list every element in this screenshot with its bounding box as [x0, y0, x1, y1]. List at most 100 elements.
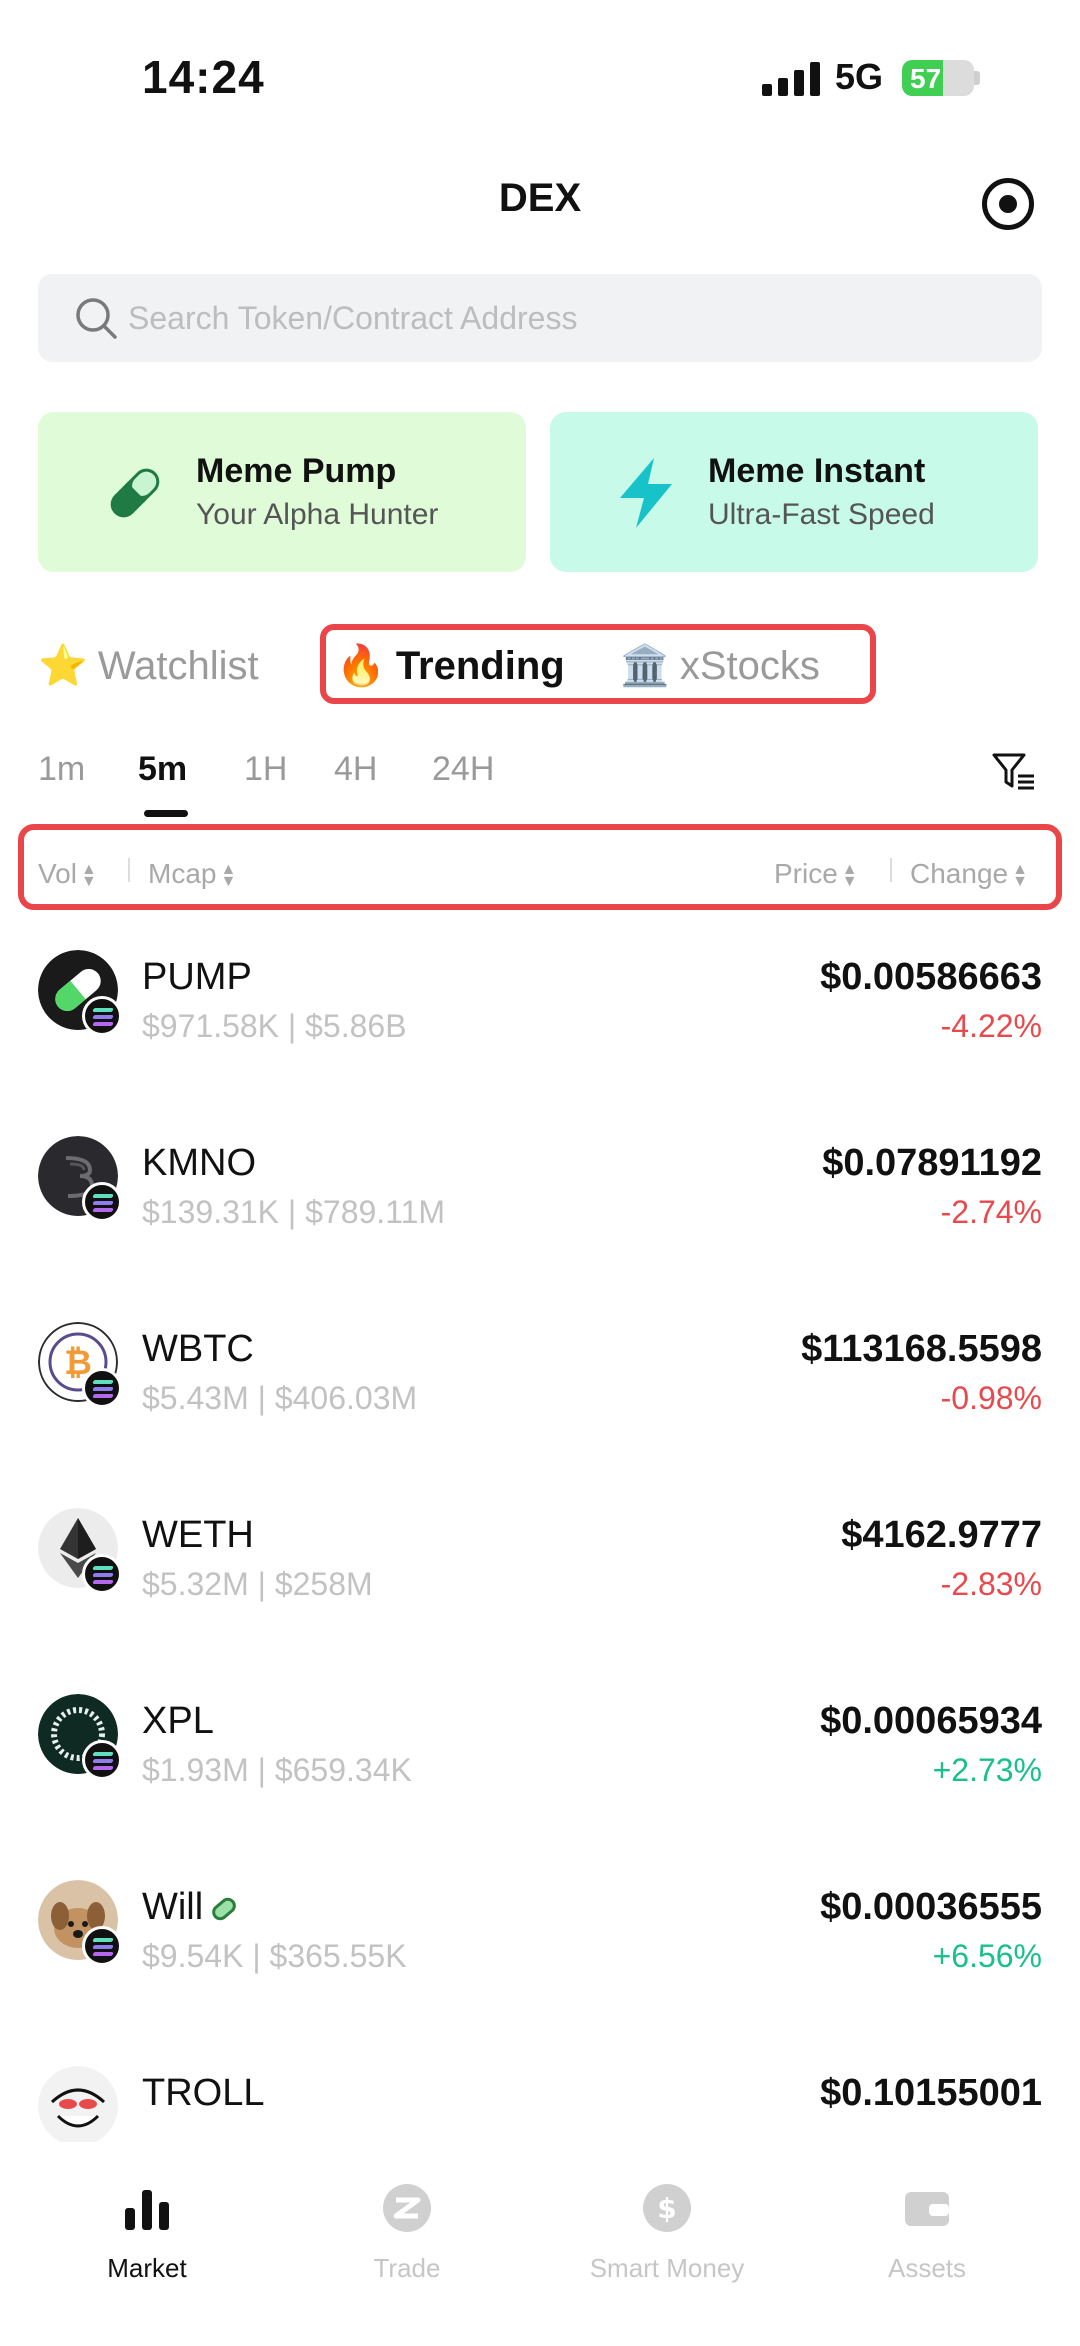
sort-arrows-icon: ▲ ▼	[841, 860, 858, 890]
token-name: XPL	[142, 1700, 214, 1742]
token-price: $0.10155001	[820, 2072, 1042, 2114]
token-row-kmno[interactable]: KMNO $139.31K | $789.11M $0.07891192 -2.…	[0, 1106, 1080, 1292]
pill-icon	[209, 1894, 240, 1924]
sort-arrows-icon: ▲ ▼	[220, 860, 237, 890]
status-time: 14:24	[142, 51, 265, 103]
search-bar[interactable]	[38, 274, 1042, 362]
token-name: WETH	[142, 1514, 254, 1556]
bar-chart-icon	[125, 2190, 169, 2230]
meme-pump-title: Meme Pump	[196, 452, 397, 490]
sort-change[interactable]: Change ▲ ▼	[910, 858, 1028, 890]
filter-icon[interactable]	[992, 752, 1036, 792]
token-row-weth[interactable]: WETH $5.32M | $258M $4162.9777 -2.83%	[0, 1478, 1080, 1664]
nav-market-label: Market	[107, 2253, 187, 2283]
token-price: $0.00036555	[820, 1886, 1042, 1928]
divider	[128, 858, 130, 882]
nav-assets-label: Assets	[887, 2253, 967, 2283]
token-name: PUMP	[142, 956, 252, 998]
bottom-nav: Market Trade $ Smart Money Assets	[0, 2142, 1080, 2346]
status-bar: 14:24 5G 57	[0, 0, 1080, 150]
troll-token-icon	[38, 2066, 118, 2142]
token-row-wbtc[interactable]: ₿ WBTC $5.43M | $406.03M $113168.5598 -0…	[0, 1292, 1080, 1478]
token-price: $0.00586663	[820, 956, 1042, 998]
token-name: Will	[142, 1886, 204, 1928]
time-tab-24h[interactable]: 24H	[432, 750, 494, 789]
star-icon: ⭐	[38, 644, 88, 688]
lightning-icon	[620, 458, 672, 528]
sort-price-label: Price	[774, 858, 838, 889]
nav-assets[interactable]: Assets	[827, 2182, 1027, 2284]
token-price: $0.07891192	[822, 1142, 1042, 1184]
sort-mcap[interactable]: Mcap ▲ ▼	[148, 858, 236, 890]
battery-level: 57	[910, 63, 942, 94]
solana-icon	[82, 1740, 122, 1780]
nav-trade-label: Trade	[373, 2253, 441, 2283]
solana-icon	[82, 1368, 122, 1408]
token-change: -2.83%	[940, 1566, 1042, 1602]
time-tab-4h[interactable]: 4H	[334, 750, 377, 789]
token-change: +2.73%	[932, 1752, 1042, 1788]
solana-icon	[82, 1926, 122, 1966]
token-change: -4.22%	[940, 1008, 1042, 1044]
token-name-wrap: Will	[142, 1886, 240, 1929]
token-row-troll[interactable]: TROLL $0.10155001	[0, 2036, 1080, 2142]
sort-vol[interactable]: Vol ▲ ▼	[38, 858, 97, 890]
token-price: $113168.5598	[801, 1328, 1042, 1370]
solana-icon	[82, 1554, 122, 1594]
target-icon[interactable]	[982, 178, 1034, 230]
sort-change-label: Change	[910, 858, 1009, 889]
token-row-pump[interactable]: PUMP $971.58K | $5.86B $0.00586663 -4.22…	[0, 920, 1080, 1106]
token-change: +6.56%	[932, 1938, 1042, 1974]
meme-instant-title: Meme Instant	[708, 452, 926, 490]
nav-trade[interactable]: Trade	[307, 2182, 507, 2284]
token-list: PUMP $971.58K | $5.86B $0.00586663 -4.22…	[0, 920, 1080, 2142]
time-tab-1h[interactable]: 1H	[244, 750, 287, 789]
token-price: $0.00065934	[820, 1700, 1042, 1742]
token-row-will[interactable]: Will $9.54K | $365.55K $0.00036555 +6.56…	[0, 1850, 1080, 2036]
nav-smart-money[interactable]: $ Smart Money	[567, 2182, 767, 2284]
nav-market[interactable]: Market	[47, 2182, 247, 2284]
tab-watchlist-label: Watchlist	[97, 644, 259, 688]
meme-pump-card[interactable]: Meme Pump Your Alpha Hunter	[38, 412, 526, 572]
battery-icon: 57	[902, 60, 974, 96]
token-vol-mcap: $5.32M | $258M	[142, 1566, 373, 1602]
tab-watchlist[interactable]: ⭐ Watchlist	[38, 636, 259, 696]
search-icon	[76, 298, 117, 339]
meme-pump-subtitle: Your Alpha Hunter	[196, 498, 439, 531]
svg-text:$: $	[657, 2192, 676, 2225]
time-tab-1m[interactable]: 1m	[38, 750, 85, 789]
search-input[interactable]	[128, 274, 1008, 362]
solana-icon	[82, 1182, 122, 1222]
wallet-icon	[905, 2192, 949, 2226]
time-tab-5m[interactable]: 5m	[138, 750, 187, 789]
solana-icon	[82, 996, 122, 1036]
token-name: TROLL	[142, 2072, 265, 2114]
token-vol-mcap: $5.43M | $406.03M	[142, 1380, 418, 1416]
sort-mcap-label: Mcap	[148, 858, 217, 889]
token-row-xpl[interactable]: XPL $1.93M | $659.34K $0.00065934 +2.73%	[0, 1664, 1080, 1850]
token-vol-mcap: $971.58K | $5.86B	[142, 1008, 407, 1044]
signal-icon	[762, 62, 820, 96]
token-change: -0.98%	[940, 1380, 1042, 1416]
divider	[890, 858, 892, 882]
sort-vol-label: Vol	[38, 858, 77, 889]
trade-icon	[383, 2184, 431, 2232]
page-title: DEX	[498, 176, 582, 220]
network-type: 5G	[835, 56, 884, 97]
active-tab-indicator	[144, 810, 188, 817]
pill-icon	[110, 468, 160, 518]
sort-arrows-icon: ▲ ▼	[80, 860, 97, 890]
dollar-coin-icon: $	[643, 2184, 691, 2232]
token-name: WBTC	[142, 1328, 254, 1370]
token-change: -2.74%	[940, 1194, 1042, 1230]
highlight-box-tabs	[320, 624, 876, 704]
sort-arrows-icon: ▲ ▼	[1012, 860, 1028, 890]
battery-tip	[974, 71, 980, 85]
sort-price[interactable]: Price ▲ ▼	[774, 858, 858, 890]
token-vol-mcap: $1.93M | $659.34K	[142, 1752, 412, 1788]
token-vol-mcap: $9.54K | $365.55K	[142, 1938, 407, 1974]
token-name: KMNO	[142, 1142, 256, 1184]
nav-smart-money-label: Smart Money	[589, 2253, 745, 2283]
meme-instant-card[interactable]: Meme Instant Ultra-Fast Speed	[550, 412, 1038, 572]
token-vol-mcap: $139.31K | $789.11M	[142, 1194, 446, 1230]
